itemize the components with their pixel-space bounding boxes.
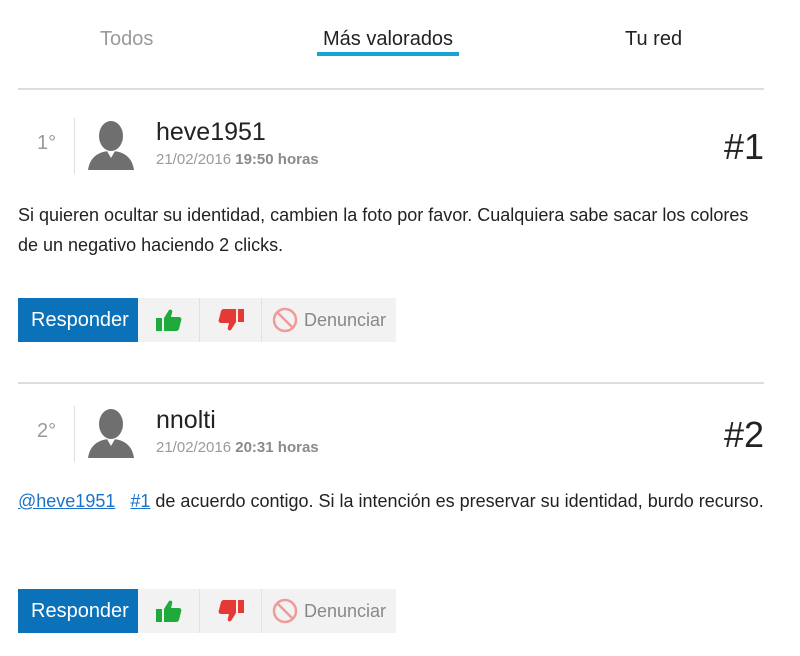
comment-actions: Responder Denunciar	[18, 589, 396, 633]
thumbs-down-icon	[218, 309, 244, 331]
comment-actions: Responder Denunciar	[18, 298, 396, 342]
like-button[interactable]	[138, 298, 200, 342]
thumbs-up-icon	[155, 600, 181, 622]
username[interactable]: heve1951	[156, 118, 266, 147]
dislike-button[interactable]	[200, 589, 262, 633]
comment-time: 20:31 horas	[235, 439, 319, 456]
report-button[interactable]: Denunciar	[262, 298, 396, 342]
comment-number: #1	[723, 126, 764, 167]
comment-rank: 2°	[37, 420, 57, 442]
comment-number: #2	[723, 414, 764, 455]
dislike-button[interactable]	[200, 298, 262, 342]
divider	[74, 118, 75, 174]
comment-date: 21/02/2016	[156, 439, 232, 456]
timestamp: 21/02/2016 20:31 horas	[156, 439, 319, 456]
avatar-icon[interactable]	[88, 406, 134, 458]
tab-mas-valorados[interactable]: Más valorados	[323, 28, 453, 51]
comment-body: de acuerdo contigo. Si la intención es p…	[150, 491, 764, 511]
report-button[interactable]: Denunciar	[262, 589, 396, 633]
thumbs-down-icon	[218, 600, 244, 622]
tab-todos[interactable]: Todos	[100, 28, 153, 51]
username[interactable]: nnolti	[156, 406, 216, 435]
timestamp: 21/02/2016 19:50 horas	[156, 151, 319, 168]
report-label: Denunciar	[304, 309, 387, 330]
comment-text: @heve1951 #1 de acuerdo contigo. Si la i…	[18, 486, 764, 516]
comment-text: Si quieren ocultar su identidad, cambien…	[18, 205, 749, 255]
like-button[interactable]	[138, 589, 200, 633]
prohibited-icon	[272, 307, 298, 333]
divider	[74, 406, 75, 462]
tab-bar: Todos Más valorados Tu red	[18, 0, 764, 90]
reply-button[interactable]: Responder	[18, 589, 138, 633]
tab-tu-red[interactable]: Tu red	[625, 28, 682, 51]
prohibited-icon	[272, 598, 298, 624]
thumbs-up-icon	[155, 309, 181, 331]
mention-link[interactable]: @heve1951	[18, 491, 115, 511]
comment-time: 19:50 horas	[235, 151, 319, 168]
comment: 2° nnolti 21/02/2016 20:31 horas #2 @hev…	[18, 382, 764, 633]
active-tab-indicator	[317, 52, 459, 56]
report-label: Denunciar	[304, 600, 387, 621]
reply-button[interactable]: Responder	[18, 298, 138, 342]
reference-link[interactable]: #1	[130, 491, 150, 511]
comment-date: 21/02/2016	[156, 151, 232, 168]
comment-rank: 1°	[37, 132, 57, 154]
avatar-icon[interactable]	[88, 118, 134, 170]
